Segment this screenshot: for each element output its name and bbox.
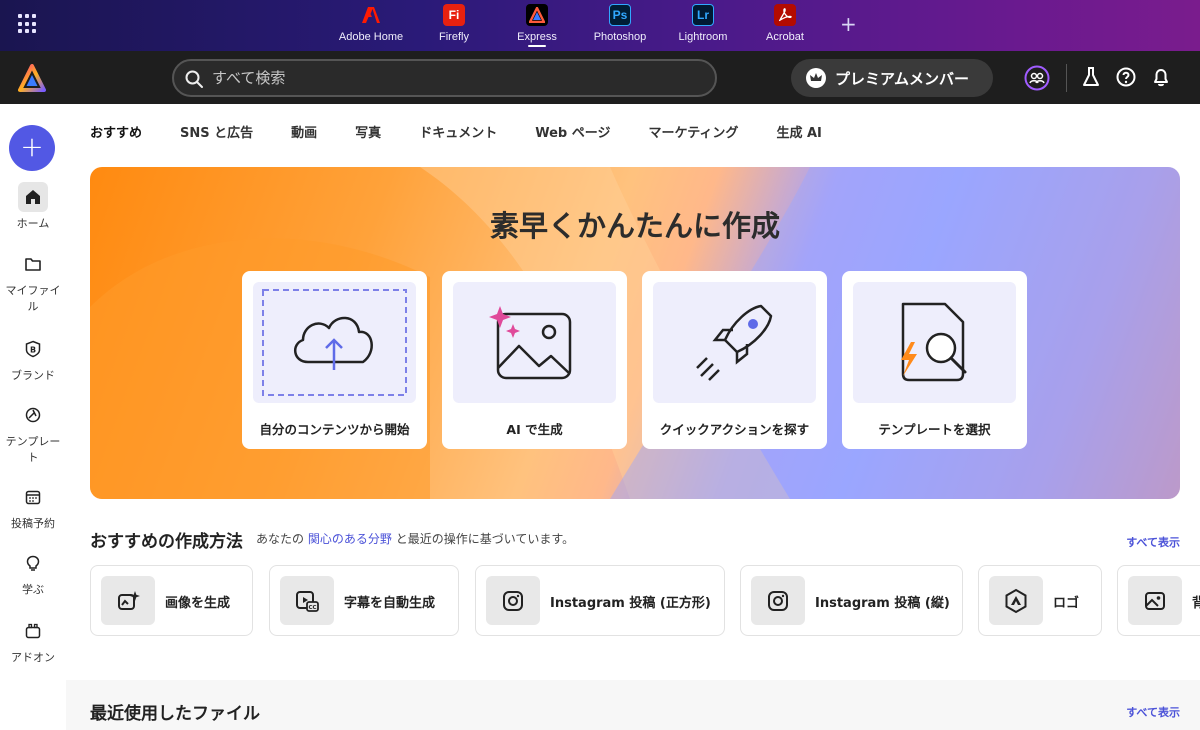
search-bar[interactable] [172, 59, 717, 97]
hero-title: 素早くかんたんに作成 [489, 209, 780, 243]
app-adobe-home[interactable]: Adobe Home [329, 4, 413, 48]
app-firefly[interactable]: Fi Firefly [412, 4, 496, 48]
rail-item-schedule-posts[interactable]: 投稿予約 [0, 482, 66, 532]
premium-member-button[interactable]: プレミアムメンバー [791, 59, 993, 97]
recent-files-section: 最近使用したファイル [66, 680, 1200, 730]
svg-text:B: B [30, 346, 36, 355]
chip-background[interactable]: 背 [1117, 565, 1200, 636]
chip-logo[interactable]: ロゴ [978, 565, 1102, 636]
create-new-button[interactable]: + [9, 125, 55, 171]
template-icon [18, 400, 48, 430]
folder-icon [18, 249, 48, 279]
card-choose-template[interactable]: テンプレートを選択 [842, 271, 1027, 449]
addon-icon [18, 616, 48, 646]
lightroom-logo-icon: Lr [692, 4, 714, 26]
svg-text:CC: CC [308, 605, 316, 611]
tab-marketing[interactable]: マーケティング [648, 122, 738, 146]
add-app-icon[interactable]: + [840, 12, 857, 36]
chip-instagram-portrait[interactable]: Instagram 投稿 (縦) [740, 565, 963, 636]
instagram-icon [486, 576, 540, 625]
chip-instagram-square[interactable]: Instagram 投稿 (正方形) [475, 565, 725, 636]
header-divider [1066, 64, 1067, 92]
express-logo-icon [526, 4, 548, 26]
tab-photo[interactable]: 写真 [355, 122, 381, 146]
rail-item-my-files[interactable]: マイファイル [0, 249, 66, 315]
recommended-title: おすすめの作成方法 [90, 532, 243, 552]
template-search-icon [853, 282, 1016, 403]
app-grid-icon[interactable] [18, 14, 38, 34]
sparkle-image-icon [101, 576, 155, 625]
express-header: プレミアムメンバー [0, 51, 1200, 104]
interests-link[interactable]: 関心のある分野 [308, 532, 392, 546]
ai-image-sparkle-icon [453, 282, 616, 403]
rail-item-templates[interactable]: テンプレート [0, 400, 66, 466]
tab-generative-ai[interactable]: 生成 AI [776, 122, 821, 146]
share-users-icon[interactable] [1024, 65, 1050, 91]
calendar-icon [18, 482, 48, 512]
chip-auto-captions[interactable]: CC 字幕を自動生成 [269, 565, 459, 636]
rail-item-addons[interactable]: アドオン [0, 616, 66, 666]
crown-icon [806, 68, 826, 88]
rocket-icon [653, 282, 816, 403]
brand-icon: B [18, 334, 48, 364]
upload-cloud-icon [253, 282, 416, 403]
notification-bell-icon[interactable] [1150, 65, 1176, 91]
image-icon [1128, 576, 1182, 625]
see-all-recommended-link[interactable]: すべて表示 [1126, 534, 1180, 550]
card-quick-actions[interactable]: クイックアクションを探す [642, 271, 827, 449]
hero-banner: 素早くかんたんに作成 自分のコンテンツから開始 AI で生成 クイックアクション… [90, 167, 1180, 499]
tab-social-ads[interactable]: SNS と広告 [180, 122, 253, 146]
active-app-indicator [528, 45, 546, 47]
chip-generate-image[interactable]: 画像を生成 [90, 565, 253, 636]
recent-files-title: 最近使用したファイル [90, 704, 260, 724]
left-rail: + ホーム マイファイル B ブランド テンプレート 投稿予約 学ぶ アドオン [0, 104, 66, 730]
tab-recommended[interactable]: おすすめ [90, 122, 142, 146]
tab-web-pages[interactable]: Web ページ [535, 122, 610, 146]
rail-item-learn[interactable]: 学ぶ [0, 548, 66, 598]
home-icon [18, 182, 48, 212]
card-generate-with-ai[interactable]: AI で生成 [442, 271, 627, 449]
card-start-from-content[interactable]: 自分のコンテンツから開始 [242, 271, 427, 449]
recommended-subtitle: あなたの 関心のある分野 と最近の操作に基づいています。 [256, 532, 575, 546]
app-acrobat[interactable]: Acrobat [743, 4, 827, 48]
adobe-logo-icon [360, 4, 382, 26]
tab-documents[interactable]: ドキュメント [419, 122, 497, 146]
app-photoshop[interactable]: Ps Photoshop [578, 4, 662, 48]
app-lightroom[interactable]: Lr Lightroom [661, 4, 745, 48]
labs-flask-icon[interactable] [1080, 65, 1106, 91]
category-tabs: おすすめ SNS と広告 動画 写真 ドキュメント Web ページ マーケティン… [90, 122, 860, 146]
logo-icon [989, 576, 1043, 625]
firefly-logo-icon: Fi [443, 4, 465, 26]
tab-video[interactable]: 動画 [291, 122, 317, 146]
help-icon[interactable] [1115, 65, 1141, 91]
express-logo-icon[interactable] [18, 64, 46, 92]
rail-item-home[interactable]: ホーム [0, 182, 66, 232]
search-input[interactable] [212, 65, 702, 91]
instagram-icon [751, 576, 805, 625]
rail-item-brand[interactable]: B ブランド [0, 334, 66, 384]
see-all-recent-link[interactable]: すべて表示 [1126, 704, 1180, 720]
caption-icon: CC [280, 576, 334, 625]
photoshop-logo-icon: Ps [609, 4, 631, 26]
search-icon [185, 70, 203, 88]
app-express[interactable]: Express [495, 4, 579, 48]
app-switcher-bar: Adobe Home Fi Firefly Express Ps Photosh… [0, 0, 1200, 51]
lightbulb-icon [18, 548, 48, 578]
acrobat-logo-icon [774, 4, 796, 26]
